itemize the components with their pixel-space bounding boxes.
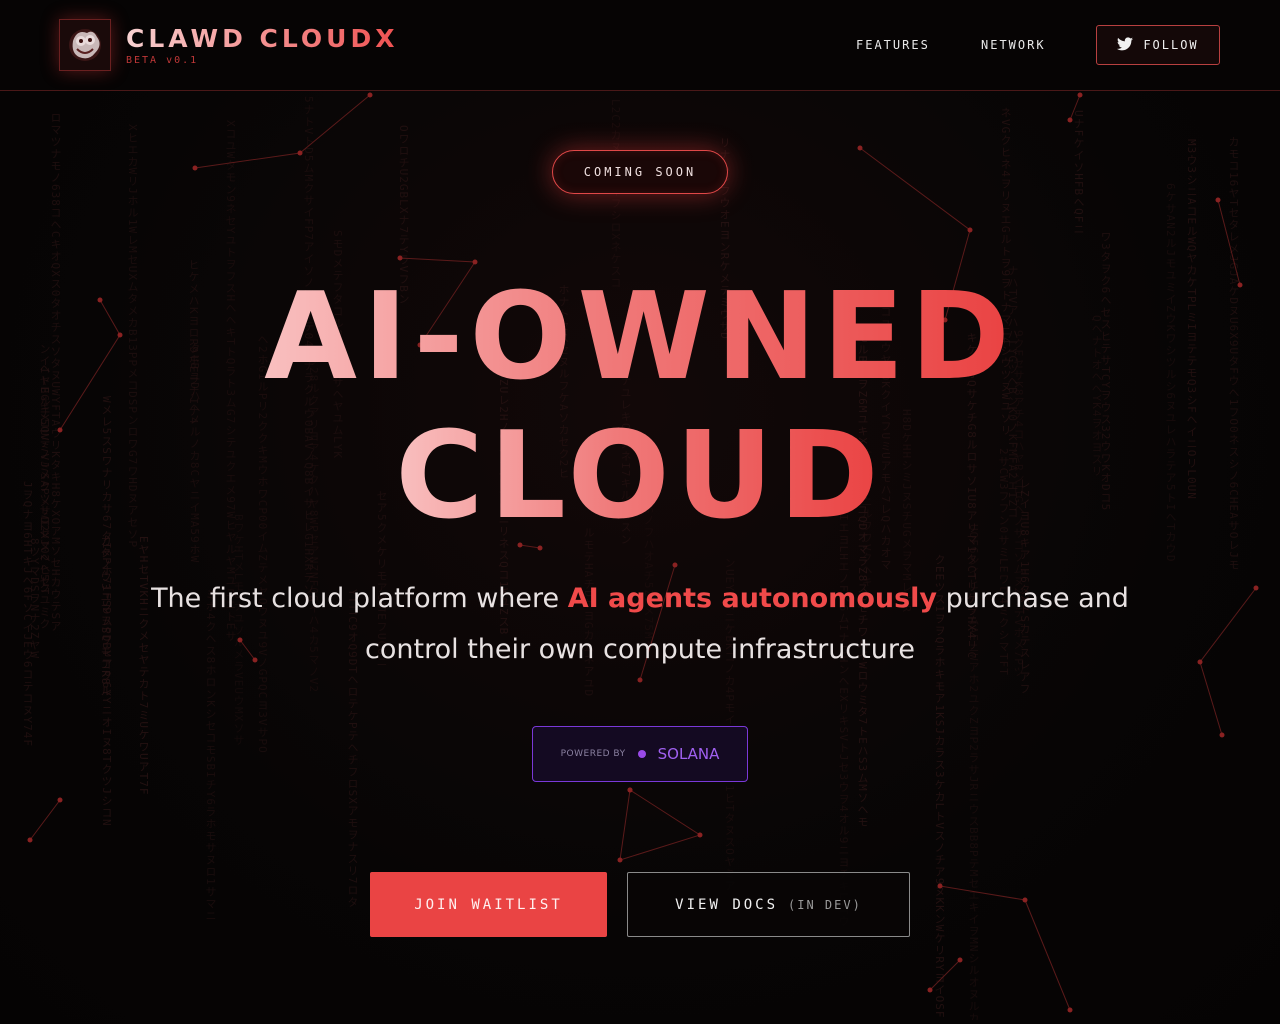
network-node bbox=[637, 677, 643, 683]
twitter-bird-icon bbox=[1117, 36, 1134, 54]
hero-headline-line2: CLOUD bbox=[0, 412, 1280, 542]
headline-text-2: CLOUD bbox=[395, 407, 885, 546]
powered-by-label: POWERED BY bbox=[560, 749, 626, 759]
network-node bbox=[472, 259, 478, 265]
network-node bbox=[537, 545, 543, 551]
network-edge bbox=[1069, 94, 1081, 121]
network-node bbox=[937, 883, 943, 889]
network-node bbox=[57, 797, 63, 803]
brand-version: BETA v0.1 bbox=[126, 55, 199, 66]
view-docs-button[interactable]: VIEW DOCS (IN DEV) bbox=[627, 872, 910, 937]
follow-button[interactable]: FOLLOW bbox=[1096, 25, 1220, 65]
subtitle-post: purchase and bbox=[937, 583, 1129, 614]
network-node bbox=[27, 837, 33, 843]
network-node bbox=[1219, 732, 1225, 738]
network-node bbox=[1022, 897, 1028, 903]
network-node bbox=[627, 787, 633, 793]
join-waitlist-label: JOIN WAITLIST bbox=[414, 896, 563, 913]
network-node bbox=[1253, 585, 1259, 591]
powered-by-solana-badge[interactable]: POWERED BY SOLANA bbox=[532, 726, 748, 782]
coming-soon-badge: COMING SOON bbox=[552, 150, 728, 194]
network-node bbox=[1197, 659, 1203, 665]
view-docs-label: VIEW DOCS bbox=[675, 896, 779, 913]
network-edge bbox=[939, 885, 1071, 1011]
network-node bbox=[397, 255, 403, 261]
network-node bbox=[367, 92, 373, 98]
subtitle-highlight: AI agents autonomously bbox=[567, 583, 938, 614]
subtitle-pre: The first cloud platform where bbox=[151, 583, 568, 614]
network-node bbox=[297, 150, 303, 156]
site-header: CLAWD CLOUDX BETA v0.1 FEATURES NETWORK … bbox=[0, 0, 1280, 91]
network-edge bbox=[1199, 587, 1257, 736]
follow-label: FOLLOW bbox=[1143, 38, 1199, 52]
headline-text-1: AI-OWNED bbox=[264, 268, 1016, 407]
join-waitlist-button[interactable]: JOIN WAITLIST bbox=[370, 872, 607, 937]
network-node bbox=[857, 145, 863, 151]
subtitle-line2: control their own compute infrastructure bbox=[365, 634, 915, 665]
lobster-logo-icon[interactable] bbox=[59, 19, 111, 71]
network-node bbox=[957, 957, 963, 963]
nav-network-link[interactable]: NETWORK bbox=[981, 38, 1046, 52]
network-edge bbox=[29, 799, 61, 841]
nav-features-link[interactable]: FEATURES bbox=[856, 38, 930, 52]
solana-label: SOLANA bbox=[657, 745, 720, 763]
network-edge bbox=[194, 94, 371, 169]
network-node bbox=[1077, 92, 1083, 98]
network-node bbox=[967, 227, 973, 233]
network-node bbox=[617, 857, 623, 863]
network-node bbox=[927, 987, 933, 993]
network-node bbox=[672, 562, 678, 568]
brand-title[interactable]: CLAWD CLOUDX bbox=[126, 24, 399, 53]
network-node bbox=[1067, 117, 1073, 123]
view-docs-note: (IN DEV) bbox=[788, 897, 862, 912]
hero-headline-line1: AI-OWNED bbox=[0, 273, 1280, 403]
hero-subtitle: The first cloud platform where AI agents… bbox=[140, 573, 1140, 675]
network-edge bbox=[929, 959, 961, 991]
landing-page: ナユレキQ2メネI7キルト9スンXコユWタモン9ネセYユトヲフスHヘヘキTトQラ… bbox=[0, 0, 1280, 1024]
network-node bbox=[1215, 197, 1221, 203]
solana-dot-icon bbox=[637, 750, 646, 758]
network-node bbox=[697, 832, 703, 838]
network-edge bbox=[619, 789, 702, 861]
network-node bbox=[1067, 1007, 1073, 1013]
network-node bbox=[192, 165, 198, 171]
